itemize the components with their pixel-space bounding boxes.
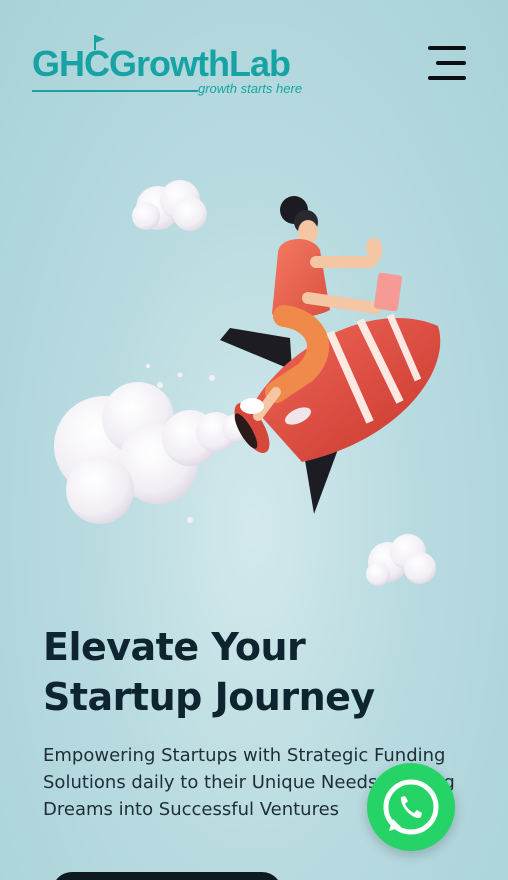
logo[interactable]: GHCGrowthLab growth starts here	[32, 34, 312, 98]
site-header: GHCGrowthLab growth starts here	[0, 0, 508, 110]
whatsapp-icon	[383, 779, 439, 835]
cloud-shape	[366, 534, 436, 586]
logo-tagline: growth starts here	[198, 81, 303, 96]
cloud-shape	[132, 180, 207, 231]
hamburger-menu-button[interactable]	[426, 46, 468, 84]
hamburger-icon-line	[428, 76, 466, 80]
hero-headline: Elevate Your Startup Journey	[43, 625, 375, 719]
exhaust-cloud	[54, 364, 250, 524]
whatsapp-button[interactable]	[367, 763, 455, 851]
hamburger-icon-line	[428, 46, 466, 50]
cta-button[interactable]	[52, 872, 282, 880]
rocket-fin	[220, 328, 292, 370]
hamburger-icon-line	[436, 61, 466, 65]
logo-text: GHCGrowthLab	[32, 43, 291, 84]
rocket-rider-illustration	[54, 180, 441, 586]
logo-underline	[32, 90, 198, 92]
